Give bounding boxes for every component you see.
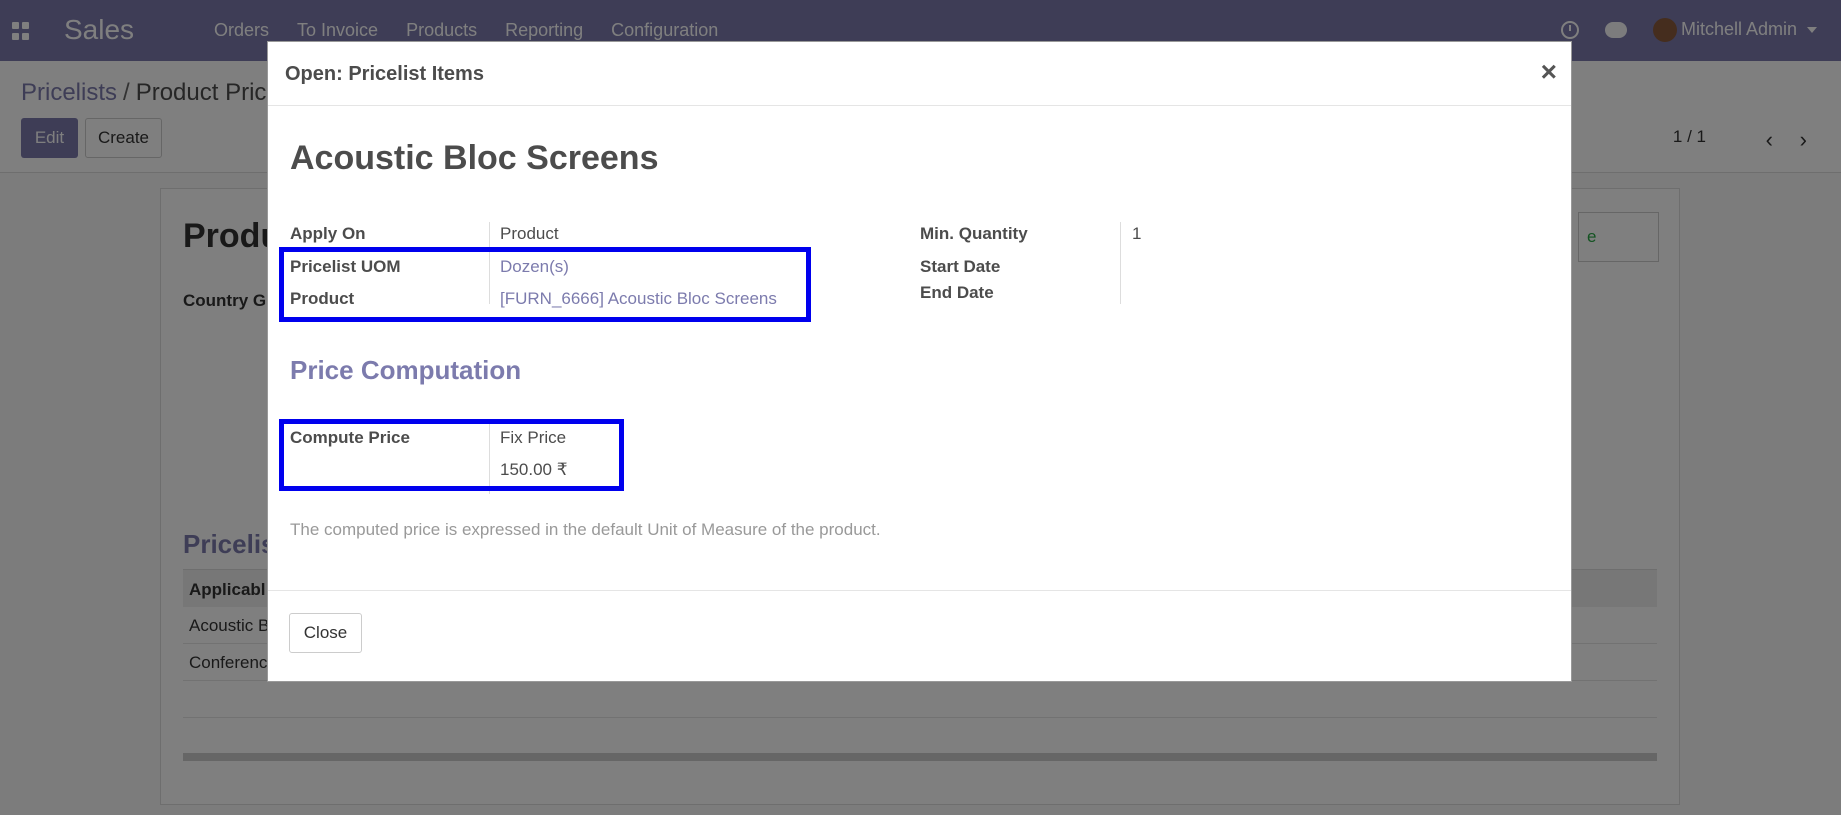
pricelist-item-dialog: Open: Pricelist Items × Acoustic Bloc Sc… bbox=[267, 41, 1572, 682]
apply-on-label: Apply On bbox=[290, 224, 366, 243]
close-icon[interactable]: × bbox=[1541, 56, 1557, 88]
modal-header: Open: Pricelist Items × bbox=[268, 42, 1571, 106]
field-divider bbox=[1120, 222, 1121, 304]
help-text: The computed price is expressed in the d… bbox=[290, 520, 881, 539]
close-button[interactable]: Close bbox=[289, 613, 362, 653]
record-name: Acoustic Bloc Screens bbox=[290, 139, 659, 177]
price-computation-title: Price Computation bbox=[290, 355, 522, 385]
compute-price-highlight-box bbox=[279, 419, 624, 491]
apply-on-value: Product bbox=[500, 224, 559, 243]
start-date-label: Start Date bbox=[920, 257, 1001, 276]
uom-product-highlight-box bbox=[279, 247, 811, 322]
min-quantity-label: Min. Quantity bbox=[920, 224, 1028, 243]
modal-title: Open: Pricelist Items bbox=[285, 63, 484, 85]
modal-footer: Close bbox=[268, 590, 1571, 682]
end-date-label: End Date bbox=[920, 283, 994, 302]
min-quantity-value: 1 bbox=[1132, 224, 1142, 243]
